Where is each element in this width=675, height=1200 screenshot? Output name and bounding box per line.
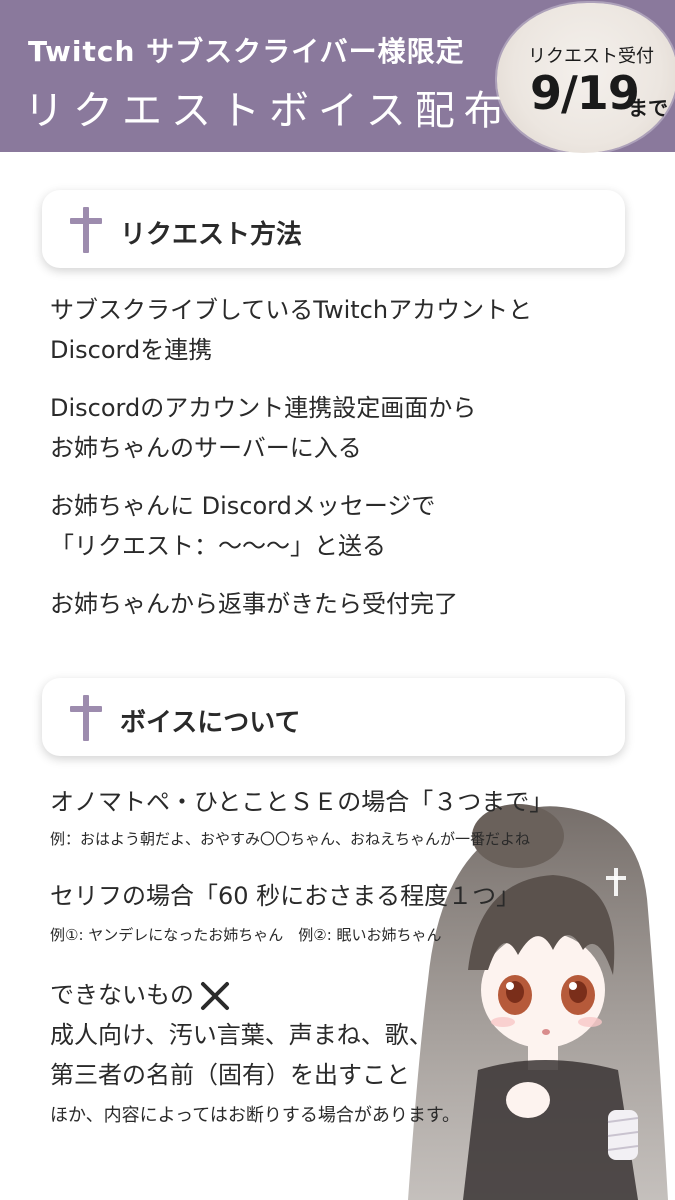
character-illustration: [408, 804, 668, 1200]
header-subtitle: リクエストボイス配布: [24, 88, 513, 134]
serif-rule: セリフの場合「60 秒におさまる程度１つ」: [50, 882, 521, 910]
onomatopoeia-rule: オノマトペ・ひとことＳＥの場合「３つまで」: [50, 788, 554, 816]
step-line: Discordを連携: [50, 336, 213, 364]
section-title: リクエスト方法: [120, 220, 303, 250]
section-title: ボイスについて: [120, 708, 301, 738]
step-line: お姉ちゃんに Discordメッセージで: [50, 492, 436, 520]
cross-icon: [70, 207, 102, 253]
cannot-line-2: 第三者の名前（固有）を出すこと: [50, 1061, 410, 1089]
cannot-note: ほか、内容によってはお断りする場合があります。: [50, 1105, 461, 1126]
cannot-line-1: 成人向け、汚い言葉、声まね、歌、: [50, 1021, 433, 1049]
request-step-1: サブスクライブしているTwitchアカウントと Discordを連携: [50, 290, 532, 370]
badge-date: 9/19: [530, 66, 640, 120]
step-line: サブスクライブしているTwitchアカウントと: [50, 296, 533, 324]
x-mark-icon: [198, 979, 232, 1013]
step-line: お姉ちゃんから返事がきたら受付完了: [50, 590, 458, 618]
request-step-2: Discordのアカウント連携設定画面から お姉ちゃんのサーバーに入る: [50, 388, 476, 468]
badge-label: リクエスト受付: [528, 46, 654, 67]
serif-example: 例①: ヤンデレになったお姉ちゃん 例②: 眠いお姉ちゃん: [50, 926, 442, 944]
request-step-4: お姉ちゃんから返事がきたら受付完了: [50, 584, 458, 624]
onomatopoeia-example: 例：おはよう朝だよ、おやすみ〇〇ちゃん、おねえちゃんが一番だよね: [50, 830, 531, 848]
step-line: Discordのアカウント連携設定画面から: [50, 394, 477, 422]
step-line: お姉ちゃんのサーバーに入る: [50, 434, 362, 462]
step-line: 「リクエスト：〜〜〜」と送る: [50, 532, 386, 560]
cross-icon: [70, 695, 102, 741]
voice-section-header: ボイスについて: [42, 678, 625, 756]
cannot-title: できないもの: [50, 975, 232, 1015]
badge-suffix: まで: [628, 96, 668, 120]
cannot-title-text: できないもの: [50, 981, 194, 1009]
header-title: Twitch サブスクライバー様限定: [28, 35, 465, 68]
request-section-header: リクエスト方法: [42, 190, 625, 268]
request-step-3: お姉ちゃんに Discordメッセージで 「リクエスト：〜〜〜」と送る: [50, 486, 435, 566]
